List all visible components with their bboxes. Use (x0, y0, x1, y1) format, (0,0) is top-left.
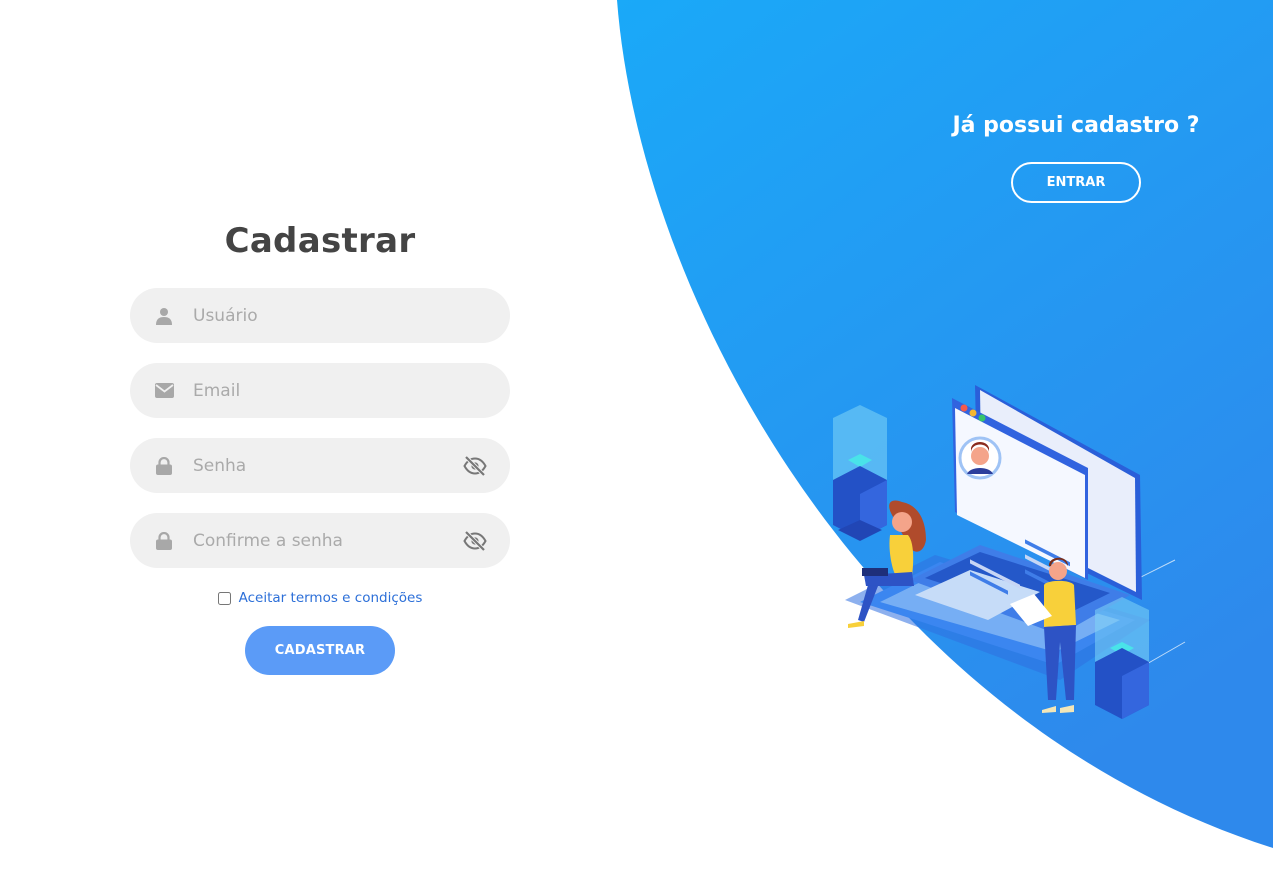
password-input[interactable] (191, 449, 462, 482)
lock-icon (154, 531, 174, 551)
email-input[interactable] (191, 374, 488, 407)
envelope-icon (154, 381, 174, 401)
eye-slash-icon[interactable] (462, 453, 488, 479)
username-input[interactable] (191, 299, 488, 332)
eye-slash-icon[interactable] (462, 528, 488, 554)
terms-checkbox[interactable] (217, 591, 231, 605)
username-field (130, 288, 510, 343)
register-page: Cadastrar Usuário Email Aceitar termos e… (0, 0, 1273, 896)
login-prompt-title: Já possui cadastro ? (952, 113, 1200, 138)
confirm-password-field (130, 513, 510, 568)
isometric-illustration (833, 385, 1186, 719)
login-button[interactable]: ENTRAR (1011, 162, 1141, 203)
form-title: Cadastrar (224, 221, 416, 261)
register-button[interactable]: CADASTRAR (245, 626, 395, 675)
email-field (130, 363, 510, 418)
password-field (130, 438, 510, 493)
confirm-password-input[interactable] (191, 524, 462, 557)
terms-label[interactable]: Aceitar termos e condições (239, 590, 423, 606)
login-prompt: Já possui cadastro ? ENTRAR (936, 110, 1216, 203)
register-form: Cadastrar Usuário Email Aceitar termos e… (130, 218, 510, 675)
terms-row: Aceitar termos e condições (130, 588, 510, 608)
lock-icon (154, 456, 174, 476)
user-icon (154, 306, 174, 326)
